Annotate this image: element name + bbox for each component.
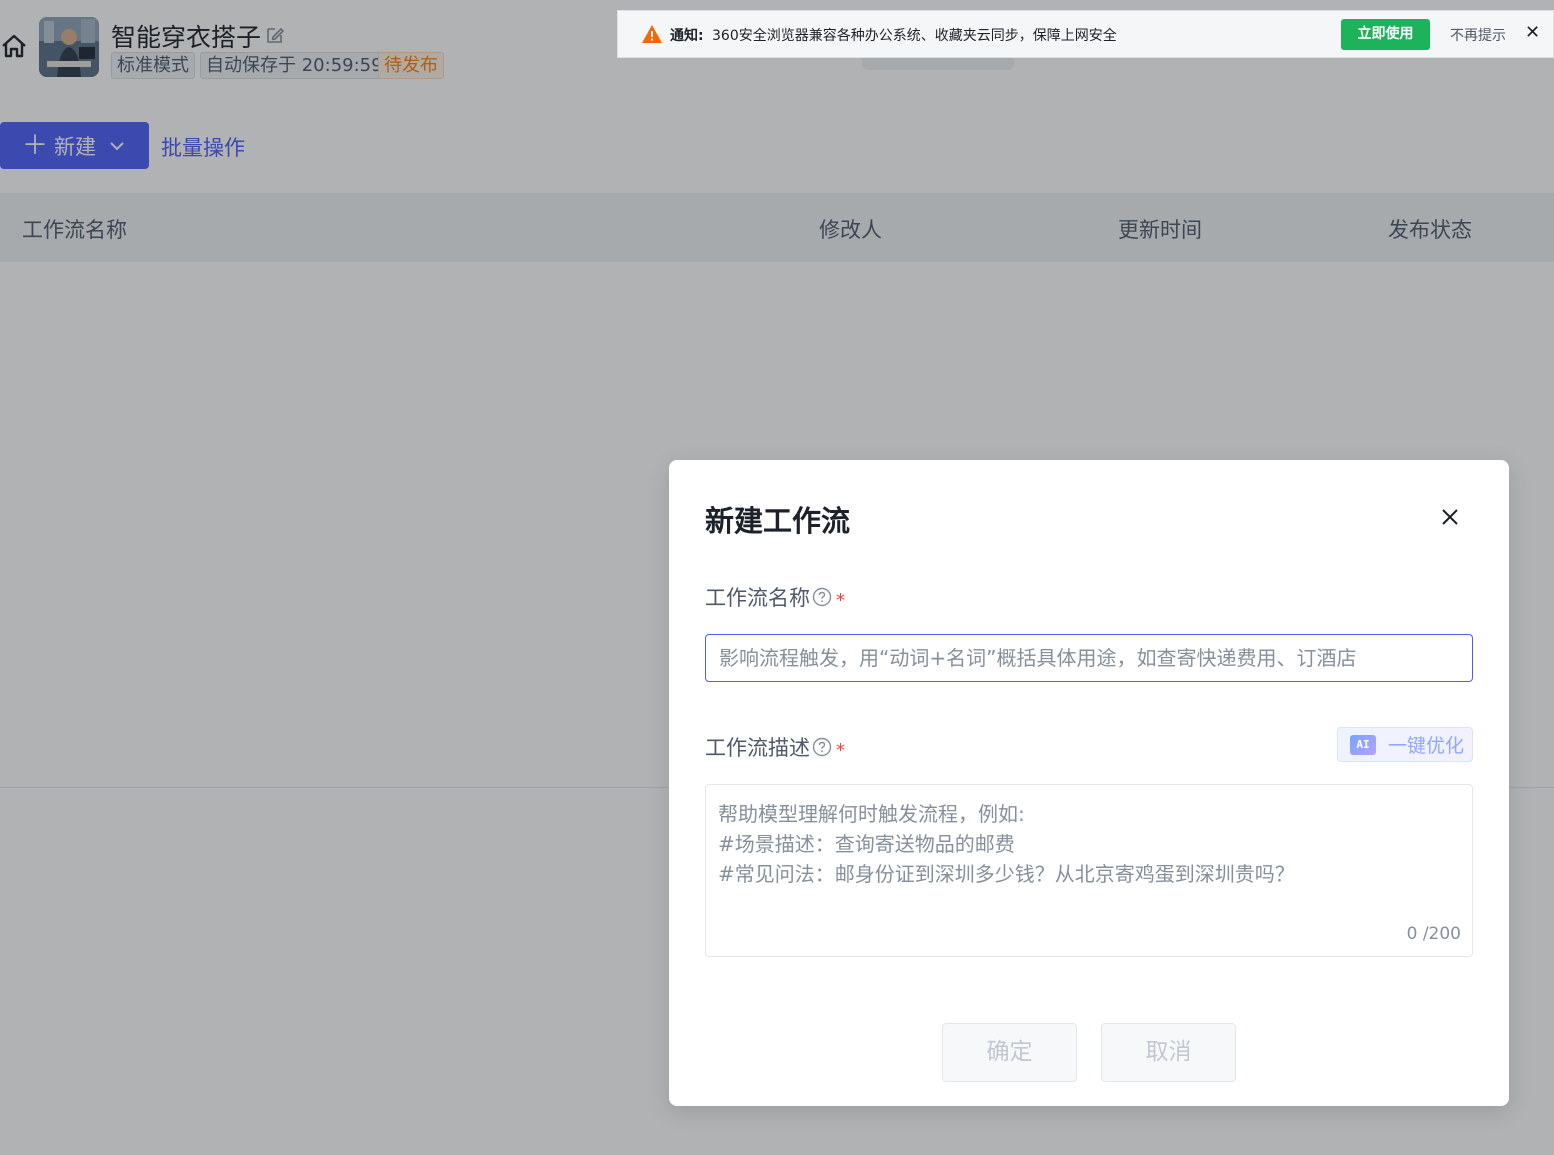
workflow-description-label: 工作流描述 * <box>705 732 845 762</box>
dialog-title: 新建工作流 <box>705 504 851 538</box>
notification-text: 360安全浏览器兼容各种办公系统、收藏夹云同步，保障上网安全 <box>712 28 1117 44</box>
close-icon[interactable] <box>1438 505 1462 529</box>
browser-notification-bar: 通知: 360安全浏览器兼容各种办公系统、收藏夹云同步，保障上网安全 立即使用 … <box>617 10 1554 58</box>
workflow-description-textarea[interactable] <box>706 785 1472 956</box>
cancel-button[interactable]: 取消 <box>1101 1023 1236 1082</box>
help-icon[interactable] <box>812 587 832 607</box>
workflow-name-label: 工作流名称 * <box>705 582 845 612</box>
required-mark: * <box>836 589 845 611</box>
char-counter: 0 /200 <box>1406 924 1461 944</box>
ai-optimize-label: 一键优化 <box>1388 735 1465 757</box>
workflow-description-field: 0 /200 <box>705 784 1473 957</box>
required-mark: * <box>836 739 845 761</box>
help-icon[interactable] <box>812 737 832 757</box>
new-workflow-dialog: 新建工作流 工作流名称 * 工作流描述 * AI 一键优化 0 /200 确定 … <box>669 460 1509 1106</box>
ai-optimize-button[interactable]: AI 一键优化 <box>1337 727 1473 762</box>
workflow-name-label-text: 工作流名称 <box>705 586 810 610</box>
workflow-description-label-text: 工作流描述 <box>705 736 810 760</box>
notification-label: 通知: <box>670 28 704 44</box>
use-now-button[interactable]: 立即使用 <box>1341 19 1430 50</box>
workflow-name-input[interactable] <box>705 634 1473 682</box>
dont-show-again-link[interactable]: 不再提示 <box>1450 25 1506 45</box>
confirm-button[interactable]: 确定 <box>942 1023 1077 1082</box>
warning-icon <box>642 25 662 43</box>
ai-icon: AI <box>1350 734 1376 755</box>
notification-close-icon[interactable]: ✕ <box>1525 22 1540 43</box>
